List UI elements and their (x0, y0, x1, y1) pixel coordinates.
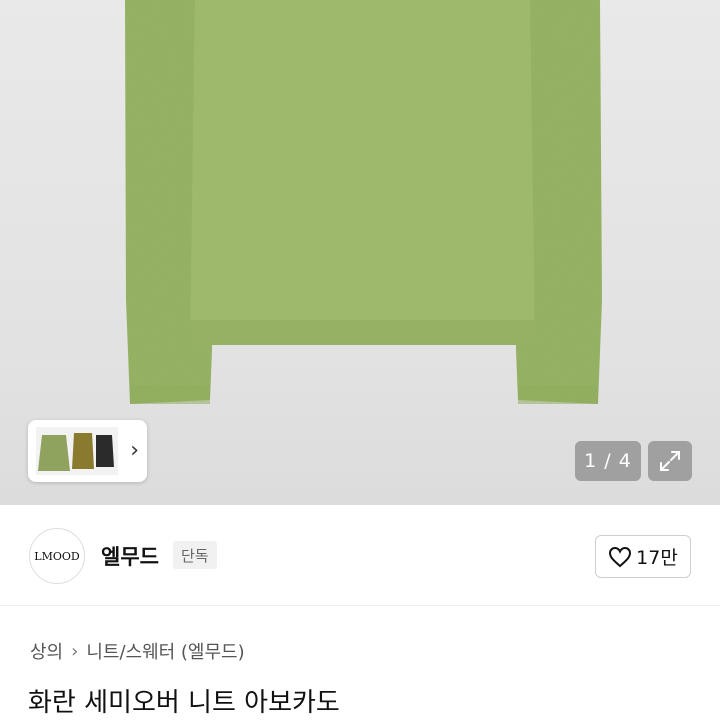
divider (0, 605, 720, 606)
breadcrumb: 상의 › 니트/스웨터 (엘무드) (30, 638, 245, 664)
like-count: 17만 (636, 547, 678, 569)
thumbnail-strip[interactable]: › (28, 420, 147, 482)
brand-logo[interactable]: LMOOD (29, 528, 85, 584)
image-counter: 1 / 4 (575, 441, 641, 481)
thumbnail-image[interactable] (36, 427, 118, 475)
brand-name[interactable]: 엘무드 (101, 541, 159, 571)
heart-icon (609, 546, 632, 567)
brand-logo-text: LMOOD (34, 549, 80, 563)
expand-icon (660, 451, 680, 471)
product-title: 화란 세미오버 니트 아보카도 (28, 688, 340, 718)
expand-button[interactable] (648, 441, 692, 481)
chevron-right-icon: › (71, 640, 79, 662)
exclusive-badge: 단독 (173, 541, 217, 569)
like-button[interactable]: 17만 (595, 535, 691, 578)
brand-row: LMOOD 엘무드 단독 17만 (0, 505, 720, 605)
breadcrumb-item-subcategory[interactable]: 니트/스웨터 (엘무드) (86, 638, 244, 664)
breadcrumb-item-category[interactable]: 상의 (30, 638, 63, 664)
product-image-gallery[interactable]: › 1 / 4 (0, 0, 720, 505)
chevron-right-icon[interactable]: › (130, 438, 139, 463)
